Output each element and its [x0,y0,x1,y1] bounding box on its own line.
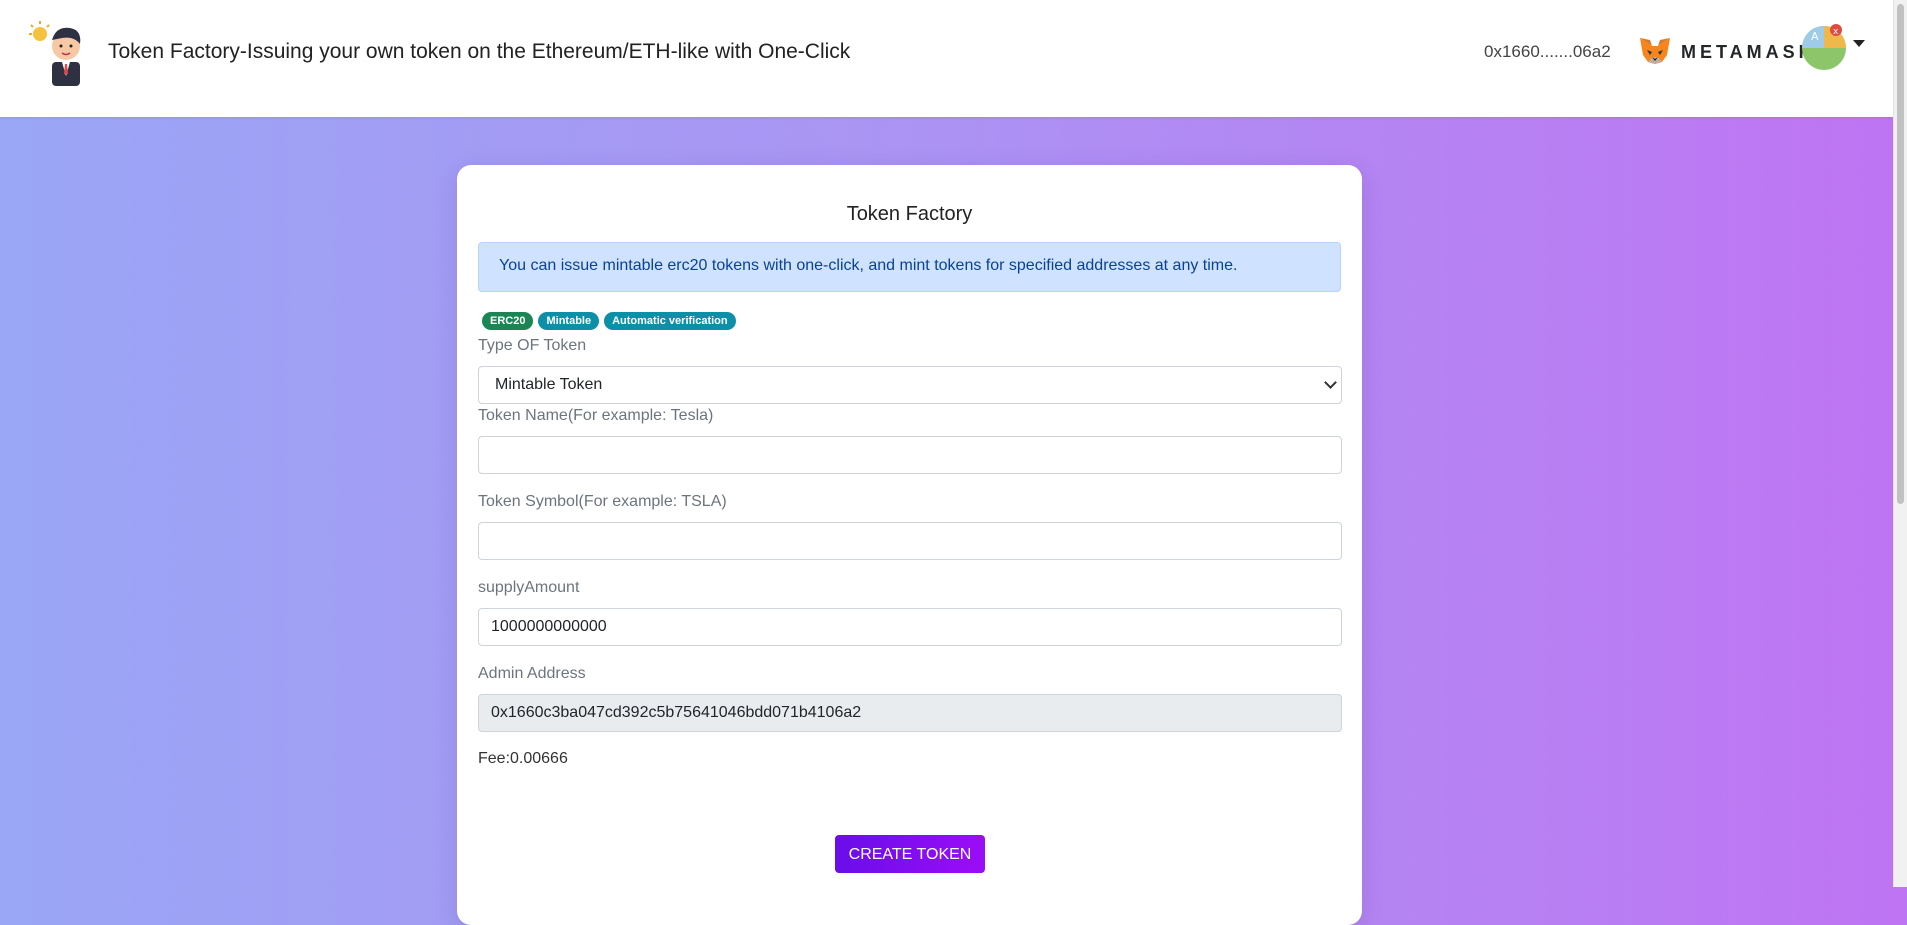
token-symbol-label: Token Symbol(For example: TSLA) [478,493,727,510]
metamask-fox-icon[interactable] [1638,35,1672,69]
admin-address-input [478,694,1342,732]
scrollbar-thumb[interactable] [1897,4,1904,504]
chevron-down-icon [1324,376,1337,389]
token-type-label: Type OF Token [478,337,587,354]
admin-address-label: Admin Address [478,665,586,682]
fee-text: Fee:0.00666 [478,750,568,767]
app-title: Token Factory-Issuing your own token on … [108,40,851,63]
token-factory-card: Token Factory You can issue mintable erc… [457,165,1362,925]
svg-text:x: x [1833,27,1839,37]
card-title: Token Factory [846,203,973,225]
svg-text:A: A [1811,30,1819,43]
badge-automatic-verification: Automatic verification [604,312,736,330]
token-type-select[interactable]: Mintable Token [478,366,1342,404]
wallet-address[interactable]: 0x1660.......06a2 [1484,42,1611,62]
token-name-label: Token Name(For example: Tesla) [478,407,714,424]
supply-amount-input[interactable] [478,608,1342,646]
badge-erc20: ERC20 [482,312,534,330]
supply-amount-label: supplyAmount [478,579,580,596]
token-name-input[interactable] [478,436,1342,474]
app-header: Token Factory-Issuing your own token on … [0,0,1893,117]
translate-avatar-icon[interactable]: A x [1800,24,1848,72]
token-type-selected: Mintable Token [495,376,603,393]
info-alert: You can issue mintable erc20 tokens with… [478,242,1341,292]
account-dropdown-chevron-icon[interactable] [1853,40,1865,47]
badge-mintable: Mintable [538,312,600,330]
metamask-wordmark[interactable]: METAMASK [1681,42,1816,63]
page-scrollbar[interactable] [1893,0,1907,887]
badge-group: ERC20 Mintable Automatic verification [482,311,741,331]
token-symbol-input[interactable] [478,522,1342,560]
create-token-button[interactable]: CREATE TOKEN [835,835,985,873]
mascot-logo-icon [29,21,81,86]
